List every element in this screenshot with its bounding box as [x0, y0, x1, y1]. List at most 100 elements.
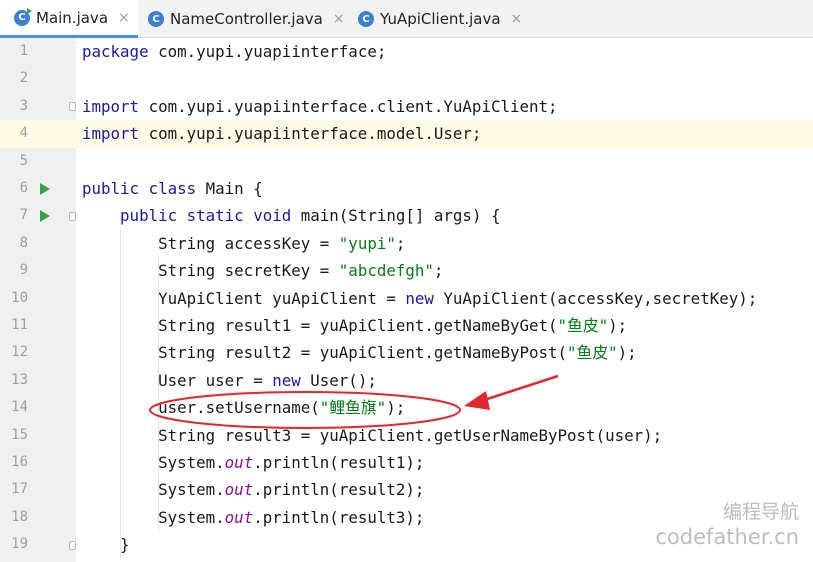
code-text[interactable]: String secretKey = "abcdefgh";	[82, 257, 443, 284]
keyword-token: new	[272, 370, 311, 390]
fold-marker-icon[interactable]	[69, 540, 76, 550]
line-number: 17	[11, 481, 28, 498]
code-token: System.	[82, 480, 225, 500]
code-text[interactable]: YuApiClient yuApiClient = new YuApiClien…	[82, 285, 757, 312]
line-number: 13	[11, 371, 28, 388]
code-text[interactable]: public static void main(String[] args) {	[82, 202, 500, 229]
code-line[interactable]: 16 System.out.println(result1);	[0, 449, 813, 476]
string-token: "鲤鱼旗"	[319, 398, 387, 418]
code-token: .println(result2);	[253, 480, 425, 500]
code-token: ;	[433, 261, 444, 281]
line-number: 9	[19, 262, 28, 279]
close-tab-icon[interactable]: ×	[118, 10, 130, 26]
close-tab-icon[interactable]: ×	[333, 11, 345, 27]
line-number: 3	[19, 97, 28, 114]
line-number: 1	[19, 43, 28, 59]
code-text[interactable]: String accessKey = "yupi";	[82, 230, 405, 257]
code-token: }	[82, 535, 130, 555]
code-text[interactable]: import com.yupi.yuapiinterface.client.Yu…	[82, 93, 558, 120]
line-number: 10	[11, 289, 28, 306]
code-text[interactable]: user.setUsername("鲤鱼旗");	[82, 394, 405, 421]
code-text[interactable]: public class Main {	[82, 175, 263, 202]
code-text[interactable]: String result1 = yuApiClient.getNameByGe…	[82, 312, 627, 339]
code-token: com.yupi.yuapiinterface.model.User;	[148, 124, 482, 144]
code-text[interactable]: System.out.println(result2);	[82, 476, 424, 503]
line-number: 11	[11, 317, 28, 333]
code-line[interactable]: 17 System.out.println(result2);	[0, 476, 813, 503]
run-icon[interactable]	[40, 182, 50, 195]
code-token: String result2 = yuApiClient.getNameByPo…	[82, 343, 568, 363]
tab-main-java[interactable]: C Main.java ×	[0, 0, 138, 38]
code-token: String result1 = yuApiClient.getNameByGe…	[82, 316, 558, 335]
code-text[interactable]: System.out.println(result1);	[82, 449, 424, 476]
code-token: );	[386, 398, 406, 418]
line-number: 5	[19, 152, 28, 169]
line-number: 2	[19, 70, 28, 87]
line-number: 8	[19, 234, 28, 251]
code-token: .println(result1);	[253, 453, 425, 472]
code-text[interactable]: String result2 = yuApiClient.getNameByPo…	[82, 339, 637, 366]
code-line[interactable]: 9 String secretKey = "abcdefgh";	[0, 257, 813, 284]
code-line[interactable]: 6 public class Main {	[0, 175, 813, 202]
code-line[interactable]: 1 package com.yupi.yuapiinterface;	[0, 38, 813, 65]
code-token: System.	[82, 507, 225, 527]
string-token: "鱼皮"	[557, 316, 609, 335]
keyword-token: import	[82, 96, 149, 116]
code-token: System.	[82, 453, 225, 472]
close-tab-icon[interactable]: ×	[511, 11, 523, 27]
code-token: ;	[395, 233, 406, 253]
tab-label: YuApiClient.java	[380, 10, 501, 28]
code-line[interactable]: 3 import com.yupi.yuapiinterface.client.Y…	[0, 93, 813, 120]
line-number: 6	[19, 180, 28, 196]
line-number: 18	[11, 508, 28, 525]
java-class-icon: C	[148, 11, 164, 27]
code-line[interactable]: 13 User user = new User();	[0, 367, 813, 394]
line-number: 16	[11, 454, 28, 470]
fold-marker-icon[interactable]	[69, 102, 76, 112]
code-token: user.setUsername(	[82, 398, 320, 418]
code-line[interactable]: 8 String accessKey = "yupi";	[0, 230, 813, 257]
code-token: );	[608, 316, 628, 335]
code-text[interactable]: import com.yupi.yuapiinterface.model.Use…	[82, 120, 481, 147]
keyword-token: public static void	[120, 206, 301, 226]
code-text[interactable]: package com.yupi.yuapiinterface;	[82, 38, 386, 65]
code-token: Main {	[205, 179, 263, 198]
keyword-token: package	[82, 42, 159, 61]
keyword-token: public class	[82, 179, 206, 198]
field-token: out	[224, 453, 254, 472]
code-line[interactable]: 7 public static void main(String[] args)…	[0, 202, 813, 229]
watermark-title: 编程导航	[722, 501, 799, 523]
string-token: "yupi"	[338, 233, 396, 253]
line-number: 7	[19, 207, 28, 224]
fold-marker-icon[interactable]	[69, 212, 76, 222]
tab-namecontroller-java[interactable]: C NameController.java ×	[138, 0, 350, 38]
code-text[interactable]: }	[82, 531, 130, 558]
line-number: 19	[11, 536, 28, 553]
tab-yuapiclient-java[interactable]: C YuApiClient.java ×	[350, 0, 530, 38]
code-line[interactable]: 12 String result2 = yuApiClient.getNameB…	[0, 339, 813, 366]
code-token: String result3 = yuApiClient.getUserName…	[82, 425, 663, 445]
line-number: 4	[19, 125, 28, 142]
code-line[interactable]: 2	[0, 65, 813, 92]
indent-guide	[158, 257, 160, 532]
code-line[interactable]: 4 import com.yupi.yuapiinterface.model.Us…	[0, 120, 813, 148]
java-class-icon: C	[14, 7, 32, 26]
keyword-token: import	[82, 124, 149, 144]
code-token: );	[617, 343, 637, 363]
code-line[interactable]: 5	[0, 148, 813, 175]
code-text[interactable]: String result3 = yuApiClient.getUserName…	[82, 422, 662, 449]
code-line[interactable]: 14 user.setUsername("鲤鱼旗");	[0, 394, 813, 421]
code-token: User();	[310, 370, 377, 390]
line-number: 12	[11, 344, 28, 361]
code-text[interactable]: System.out.println(result3);	[82, 504, 424, 531]
editor-tab-bar: C Main.java × C NameController.java × C …	[0, 0, 813, 38]
code-line[interactable]: 10 YuApiClient yuApiClient = new YuApiCl…	[0, 285, 813, 312]
keyword-token: new	[405, 288, 444, 308]
code-text[interactable]: User user = new User();	[82, 367, 377, 394]
java-class-icon: C	[358, 11, 374, 27]
run-icon[interactable]	[40, 210, 50, 223]
code-line[interactable]: 15 String result3 = yuApiClient.getUserN…	[0, 422, 813, 449]
code-token: com.yupi.yuapiinterface;	[158, 42, 387, 61]
code-line[interactable]: 11 String result1 = yuApiClient.getNameB…	[0, 312, 813, 339]
